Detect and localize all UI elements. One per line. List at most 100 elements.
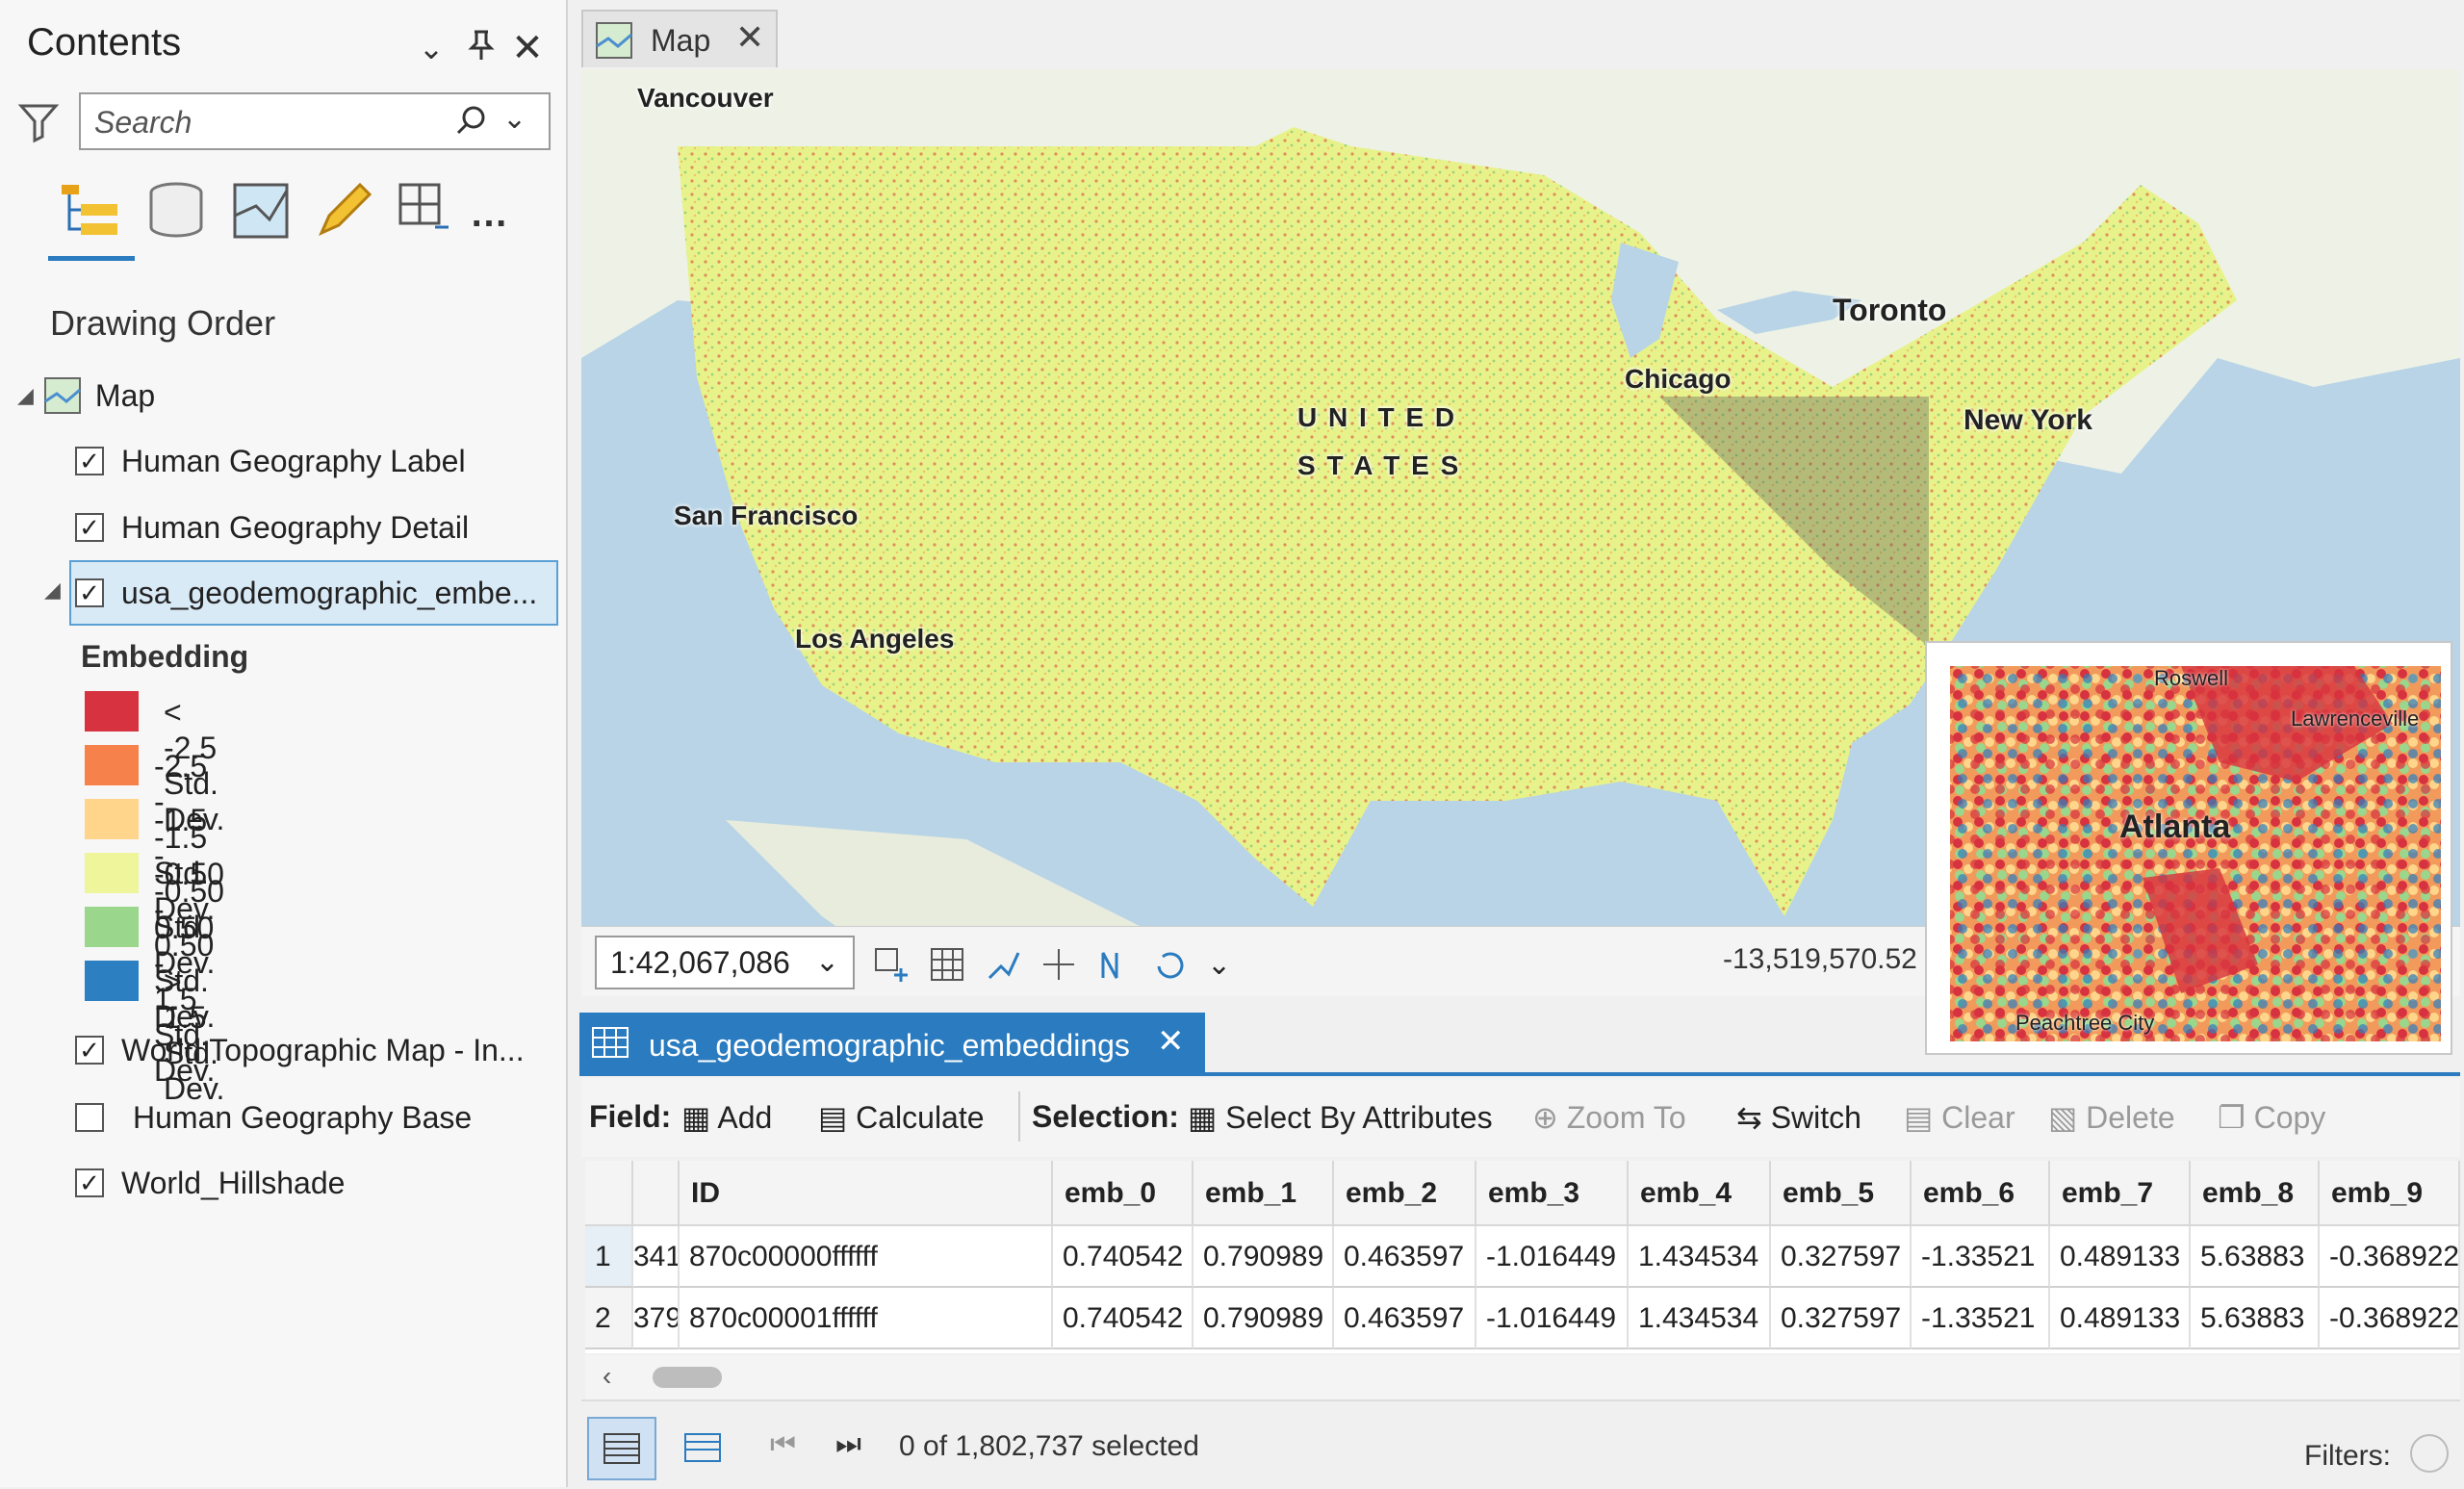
table-cell[interactable]: -0.368922	[2320, 1226, 2460, 1288]
oid-header[interactable]	[633, 1161, 680, 1226]
column-header[interactable]: emb_4	[1629, 1161, 1771, 1226]
layer-usa-geodemographic-embeddings[interactable]: ✓ usa_geodemographic_embe...	[75, 563, 537, 623]
refresh-icon[interactable]	[1151, 945, 1190, 984]
table-cell[interactable]: 1.434534	[1629, 1288, 1771, 1349]
column-header[interactable]: emb_1	[1194, 1161, 1334, 1226]
layer-human-geography-base[interactable]: Human Geography Base	[75, 1088, 472, 1147]
scrollbar-thumb[interactable]	[653, 1367, 722, 1388]
layer-checkbox[interactable]: ✓	[75, 513, 104, 542]
row-number[interactable]: 1	[585, 1226, 633, 1288]
add-field-button[interactable]: ▦ Add	[681, 1099, 772, 1136]
horizontal-scrollbar[interactable]: ‹	[585, 1355, 2460, 1399]
table-cell[interactable]: 0.489133	[2050, 1226, 2191, 1288]
table-icon	[591, 1026, 629, 1059]
column-header[interactable]: ID	[680, 1161, 1053, 1226]
layer-world-hillshade[interactable]: ✓ World_Hillshade	[75, 1153, 345, 1213]
table-cell[interactable]: 0.790989	[1194, 1226, 1334, 1288]
zoom-to-label: Zoom To	[1566, 1100, 1686, 1135]
table-cell[interactable]: 0.327597	[1771, 1226, 1912, 1288]
table-cell[interactable]: -1.33521	[1912, 1288, 2050, 1349]
copy-label: Copy	[2253, 1100, 2326, 1135]
table-cell[interactable]: 0.463597	[1334, 1226, 1476, 1288]
scale-dropdown[interactable]: 1:42,067,086 ⌄	[595, 936, 855, 989]
fixed-zoom-icon[interactable]	[872, 945, 911, 984]
table-cell[interactable]: 5.63883	[2191, 1226, 2320, 1288]
table-cell[interactable]: 3791	[633, 1288, 680, 1349]
table-cell[interactable]: 0.489133	[2050, 1288, 2191, 1349]
layer-world-topographic-map[interactable]: ✓ World Topographic Map - In...	[75, 1020, 525, 1080]
column-header[interactable]: emb_5	[1771, 1161, 1912, 1226]
expand-triangle-icon[interactable]: ◢	[17, 383, 34, 408]
layer-checkbox[interactable]: ✓	[75, 447, 104, 475]
layer-checkbox[interactable]: ✓	[75, 1036, 104, 1065]
table-cell[interactable]: 1.434534	[1629, 1226, 1771, 1288]
table-cell[interactable]: -0.368922	[2320, 1288, 2460, 1349]
column-header[interactable]: emb_2	[1334, 1161, 1476, 1226]
table-cell[interactable]: -1.016449	[1476, 1226, 1629, 1288]
chevron-down-icon[interactable]: ⌄	[1207, 948, 1231, 982]
layer-human-geography-label[interactable]: ✓ Human Geography Label	[75, 431, 466, 491]
table-cell[interactable]: -1.33521	[1912, 1226, 2050, 1288]
chevron-down-icon[interactable]: ⌄	[412, 29, 450, 67]
row-number[interactable]: 2	[585, 1288, 633, 1349]
pin-icon[interactable]	[462, 29, 500, 70]
table-cell[interactable]: 0.740542	[1053, 1226, 1194, 1288]
table-cell[interactable]: 0.463597	[1334, 1288, 1476, 1349]
layer-human-geography-detail[interactable]: ✓ Human Geography Detail	[75, 498, 469, 557]
table-cell[interactable]: 3412	[633, 1226, 680, 1288]
column-header[interactable]: emb_7	[2050, 1161, 2191, 1226]
copy-selection-button[interactable]: ❐ Copy	[2218, 1099, 2325, 1136]
more-options-icon[interactable]: …	[470, 193, 508, 236]
show-selected-records-button[interactable]	[681, 1430, 724, 1470]
search-input[interactable]	[92, 102, 443, 142]
column-header[interactable]: emb_0	[1053, 1161, 1194, 1226]
close-icon[interactable]: ✕	[735, 17, 764, 58]
north-arrow-icon[interactable]	[1095, 945, 1134, 984]
show-all-records-button[interactable]	[587, 1417, 656, 1480]
list-by-data-source-icon[interactable]	[142, 177, 210, 244]
table-cell[interactable]: 0.327597	[1771, 1288, 1912, 1349]
select-by-attributes-button[interactable]: ▦ Select By Attributes	[1188, 1099, 1493, 1136]
column-header[interactable]: emb_8	[2191, 1161, 2320, 1226]
filter-icon[interactable]	[17, 100, 60, 144]
tab-map[interactable]: Map ✕	[581, 10, 778, 67]
layer-checkbox[interactable]: ✓	[75, 578, 104, 607]
close-icon[interactable]: ✕	[1157, 1022, 1185, 1061]
table-cell[interactable]: 870c00000ffffff	[680, 1226, 1053, 1288]
table-cell[interactable]: 5.63883	[2191, 1288, 2320, 1349]
list-by-drawing-order-icon[interactable]	[56, 177, 123, 244]
search-options-chevron-icon[interactable]: ⌄	[502, 102, 526, 136]
layer-checkbox[interactable]: ✓	[75, 1168, 104, 1197]
list-by-selection-icon[interactable]	[227, 177, 295, 244]
list-by-editing-icon[interactable]	[310, 177, 377, 244]
snapping-icon[interactable]	[984, 945, 1022, 984]
select-all-corner[interactable]	[585, 1161, 633, 1226]
time-filter-icon[interactable]	[2410, 1434, 2449, 1473]
delete-selection-button[interactable]: ▧ Delete	[2048, 1099, 2175, 1136]
layer-checkbox[interactable]	[75, 1103, 104, 1132]
search-icon[interactable]	[454, 104, 489, 139]
tab-attribute-table[interactable]: usa_geodemographic_embeddings ✕	[579, 1013, 1205, 1074]
grid-icon[interactable]	[928, 945, 966, 984]
search-box[interactable]: ⌄	[79, 92, 551, 150]
switch-selection-button[interactable]: ⇆ Switch	[1736, 1099, 1861, 1136]
table-cell[interactable]: 0.740542	[1053, 1288, 1194, 1349]
first-record-icon[interactable]: ⏮	[770, 1428, 796, 1461]
close-icon[interactable]: ✕	[508, 29, 547, 67]
crosshair-icon[interactable]	[1040, 945, 1078, 984]
calculate-field-button[interactable]: ▤ Calculate	[818, 1099, 985, 1136]
last-record-icon[interactable]: ⏭	[835, 1428, 861, 1461]
zoom-to-button[interactable]: ⊕ Zoom To	[1532, 1099, 1686, 1136]
map-node[interactable]: ◢ Map	[17, 366, 155, 425]
chevron-down-icon[interactable]: ⌄	[815, 937, 839, 988]
column-header[interactable]: emb_3	[1476, 1161, 1629, 1226]
table-cell[interactable]: -1.016449	[1476, 1288, 1629, 1349]
column-header[interactable]: emb_6	[1912, 1161, 2050, 1226]
scroll-left-icon[interactable]: ‹	[603, 1361, 611, 1392]
list-by-snapping-icon[interactable]	[393, 177, 460, 244]
column-header[interactable]: emb_9	[2320, 1161, 2460, 1226]
clear-selection-button[interactable]: ▤ Clear	[1904, 1099, 2015, 1136]
expand-triangle-icon[interactable]: ◢	[44, 578, 61, 603]
table-cell[interactable]: 870c00001ffffff	[680, 1288, 1053, 1349]
table-cell[interactable]: 0.790989	[1194, 1288, 1334, 1349]
